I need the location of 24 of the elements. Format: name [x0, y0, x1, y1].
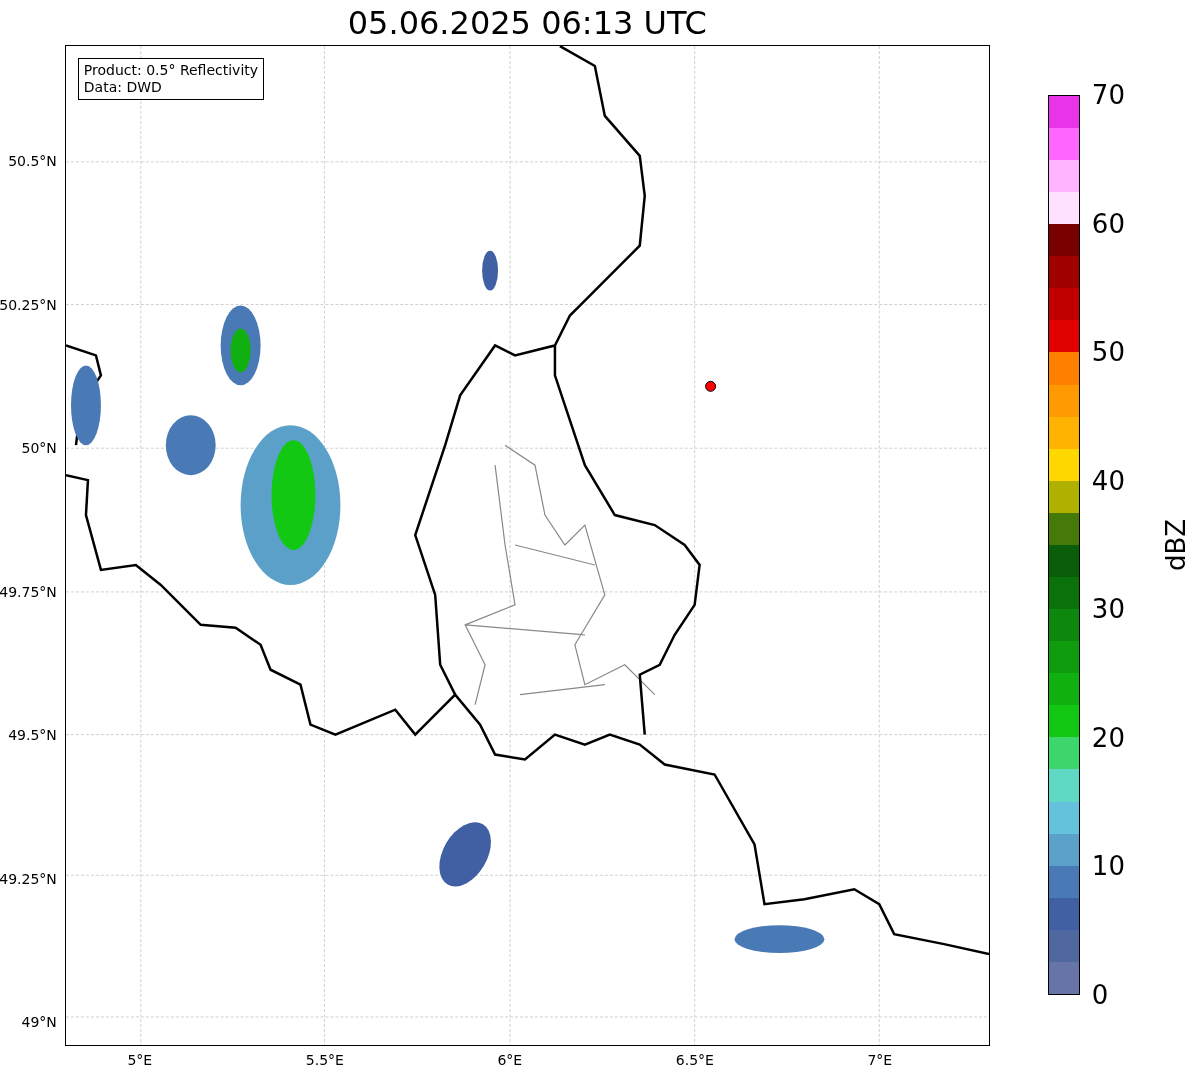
axis-tick-label: 49.5°N — [8, 727, 57, 743]
colorbar-tick-label: 0 — [1091, 980, 1109, 1010]
chart-title: 05.06.2025 06:13 UTC — [346, 2, 708, 44]
colorbar-tick-label: 50 — [1091, 337, 1125, 368]
colorbar-tick-label: 40 — [1091, 465, 1125, 496]
colorbar-tick-label: 10 — [1091, 851, 1125, 882]
axis-tick-label: 6°E — [497, 1052, 523, 1068]
info-text: Data: DWD — [83, 79, 163, 96]
axis-tick-label: 7°E — [867, 1052, 893, 1068]
axis-tick-label: 49.25°N — [0, 870, 57, 887]
colorbar-tick-label: 60 — [1091, 208, 1125, 239]
axis-tick-label: 50.25°N — [0, 296, 57, 313]
colorbar-tick-label: 20 — [1091, 722, 1125, 753]
axis-tick-label: 50.5°N — [8, 153, 57, 169]
axis-tick-label: 49°N — [21, 1014, 57, 1030]
colorbar-tick-label: 30 — [1091, 594, 1125, 625]
axis-tick-label: 5°E — [127, 1052, 153, 1068]
colorbar-tick-label: 70 — [1091, 80, 1125, 110]
axis-tick-label: 49.75°N — [0, 583, 57, 600]
axis-tick-label: 6.5°E — [675, 1052, 714, 1068]
info-text: Product: 0.5° Reflectivity — [83, 62, 259, 79]
colorbar-label: dBZ — [1160, 518, 1191, 572]
axis-tick-label: 50°N — [21, 440, 57, 456]
axis-tick-label: 5.5°E — [305, 1052, 344, 1068]
